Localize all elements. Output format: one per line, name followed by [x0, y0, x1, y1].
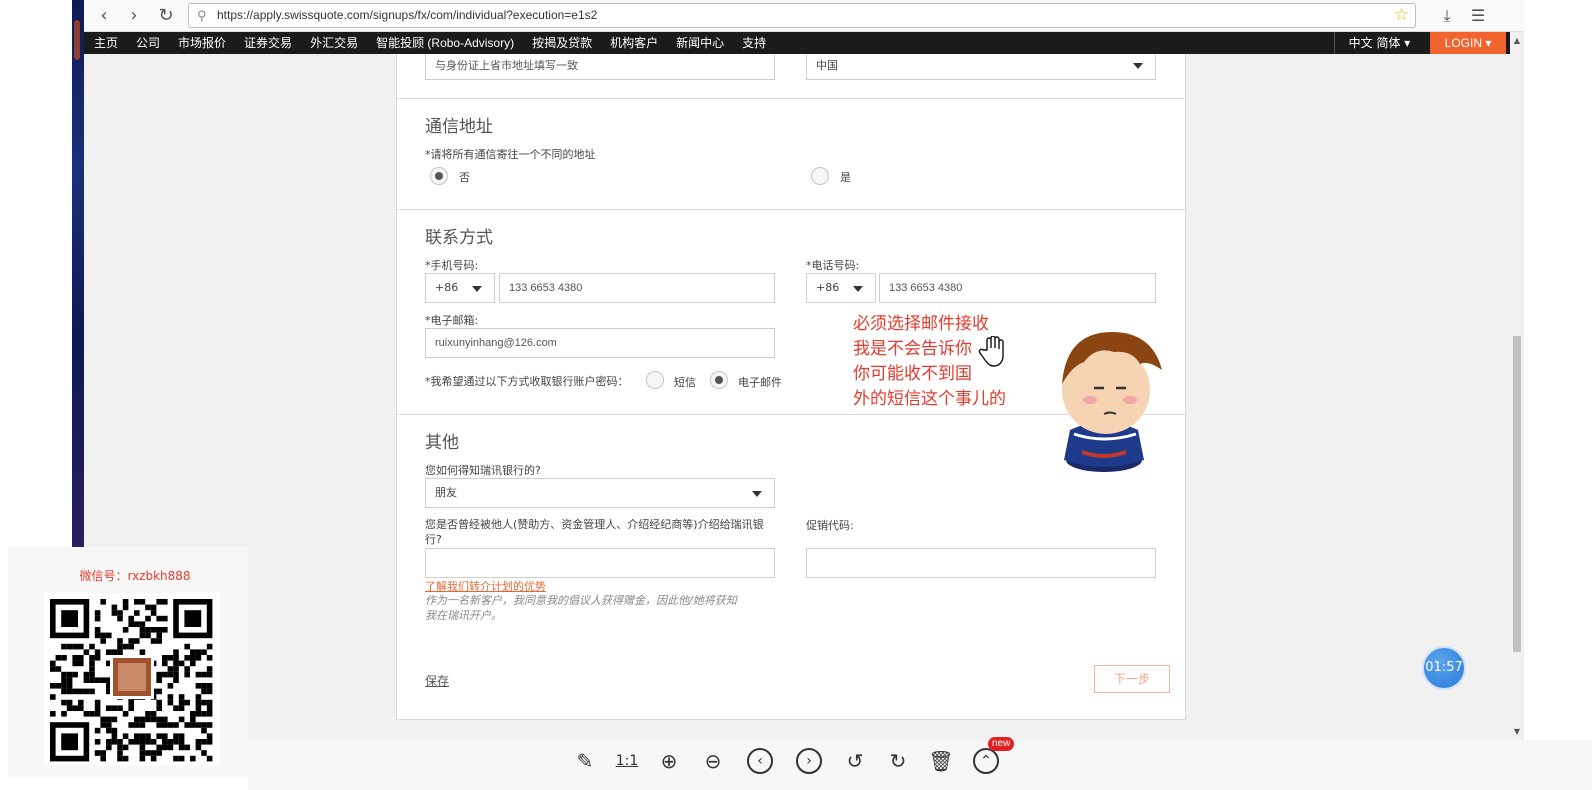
cartoon-boy-sticker [1062, 332, 1162, 472]
scroll-up-icon[interactable]: ▲ [1510, 36, 1524, 45]
nav-item[interactable]: 按揭及贷款 [532, 32, 592, 54]
edit-icon[interactable]: ✎ [572, 748, 598, 774]
search-icon: ⚲ [197, 8, 207, 23]
referral-note: 作为一名新客户，我同意我的倡议人获得赠金，因此他/她将获知我在瑞讯开户。 [425, 594, 737, 622]
scroll-thumb[interactable] [1513, 336, 1521, 652]
chevron-down-icon [752, 491, 762, 497]
how-heard-value: 朋友 [435, 486, 457, 499]
chevron-down-icon [1133, 63, 1143, 69]
referred-label: 您是否曾经被他人(赞助方、资金管理人、介绍经纪商等)介绍给瑞讯银行? [425, 518, 764, 546]
chevron-down-icon [853, 286, 863, 292]
referred-input[interactable] [425, 548, 775, 578]
new-badge: new [988, 737, 1015, 751]
download-icon[interactable]: ⤓ [1436, 4, 1458, 28]
phone-input[interactable]: 133 6653 4380 [879, 273, 1156, 303]
next-icon[interactable]: › [796, 748, 822, 774]
qr-code [44, 593, 220, 765]
mobile-country-code[interactable]: +86 [425, 273, 495, 303]
chevron-down-icon [472, 286, 482, 292]
radio-sms[interactable] [646, 371, 664, 389]
promo-input[interactable] [806, 548, 1156, 578]
timer-badge[interactable]: 01:57 [1422, 646, 1466, 690]
radio-email[interactable] [710, 371, 728, 389]
radio-no-label: 否 [459, 171, 470, 184]
site-navigation: 主页 公司 市场报价 证券交易 外汇交易 智能投顾 (Robo-Advisory) 按揭及贷… [84, 32, 1510, 54]
scrollbar[interactable]: ▲ ▼ [1510, 32, 1524, 740]
language-selector[interactable]: 中文 简体 ▾ [1334, 32, 1424, 54]
background-strip [72, 0, 84, 555]
page-viewport: 与身份证上省市地址填写一致 中国 通信地址 *请将所有通信寄往一个不同的地址 否… [84, 54, 1510, 740]
url-text: https://apply.swissquote.com/signups/fx/… [217, 8, 598, 22]
radio-email-label: 电子邮件 [738, 376, 782, 389]
back-icon[interactable]: ‹ [92, 4, 116, 28]
nav-item[interactable]: 公司 [136, 32, 160, 54]
nav-item[interactable]: 智能投顾 (Robo-Advisory) [376, 32, 514, 54]
nav-item[interactable]: 机构客户 [610, 32, 658, 54]
how-heard-label: 您如何得知瑞讯银行的? [425, 464, 541, 477]
email-label: *电子邮箱: [425, 314, 479, 327]
save-button[interactable]: 保存 [425, 672, 449, 689]
divider [397, 98, 1185, 99]
mobile-code-value: +86 [435, 281, 459, 294]
referral-link[interactable]: 了解我们转介计划的优势 [425, 578, 546, 594]
browser-toolbar: ‹ › ↻ ⚲ https://apply.swissquote.com/sig… [84, 0, 1524, 32]
province-input[interactable]: 与身份证上省市地址填写一致 [425, 54, 775, 80]
email-input[interactable]: ruixunyinhang@126.com [425, 328, 775, 358]
radio-sms-label: 短信 [674, 376, 696, 389]
radio-no[interactable] [430, 167, 448, 185]
scroll-top-icon[interactable]: ⌃ [973, 748, 999, 774]
how-heard-select[interactable]: 朋友 [425, 478, 775, 508]
wechat-id: 微信号：rxzbkh888 [79, 569, 191, 583]
delete-icon[interactable]: 🗑 [928, 748, 954, 774]
nav-item[interactable]: 证券交易 [244, 32, 292, 54]
nav-item[interactable]: 支持 [742, 32, 766, 54]
phone-code-value: +86 [816, 281, 840, 294]
zoom-in-icon[interactable]: ⊕ [656, 748, 682, 774]
actual-size-button[interactable]: 1:1 [614, 748, 640, 774]
wechat-panel: 微信号：rxzbkh888 [8, 547, 248, 778]
hand-cursor-icon [978, 336, 1004, 367]
previous-icon[interactable]: ‹ [747, 748, 773, 774]
nav-item[interactable]: 主页 [94, 32, 118, 54]
rotate-right-icon[interactable]: ↻ [885, 748, 911, 774]
section-title-other: 其他 [425, 433, 459, 453]
rotate-left-icon[interactable]: ↺ [842, 748, 868, 774]
radio-yes-label: 是 [840, 171, 851, 184]
mobile-input[interactable]: 133 6653 4380 [499, 273, 775, 303]
nav-item[interactable]: 新闻中心 [676, 32, 724, 54]
radio-yes[interactable] [811, 167, 829, 185]
annotation-line: 外的短信这个事儿的 [853, 389, 1006, 409]
correspondence-question: *请将所有通信寄往一个不同的地址 [425, 148, 596, 161]
phone-country-code[interactable]: +86 [806, 273, 876, 303]
zoom-out-icon[interactable]: ⊖ [700, 748, 726, 774]
annotation-line: 必须选择邮件接收 [853, 314, 989, 334]
password-delivery-question: *我希望通过以下方式收取银行账户密码： [425, 375, 629, 388]
next-button[interactable]: 下一步 [1094, 665, 1170, 693]
mobile-label: *手机号码: [425, 259, 479, 272]
promo-label: 促销代码: [806, 519, 854, 532]
star-icon[interactable]: ☆ [1394, 3, 1409, 26]
reload-icon[interactable]: ↻ [154, 4, 178, 28]
divider [397, 209, 1185, 210]
menu-icon[interactable]: ☰ [1467, 4, 1489, 28]
viewer-toolbar: ✎ 1:1 ⊕ ⊖ ‹ › ↺ ↻ 🗑 ⌃ new [248, 737, 1592, 790]
country-value: 中国 [816, 59, 838, 72]
login-button[interactable]: LOGIN ▾ [1430, 32, 1506, 54]
scroll-down-icon[interactable]: ▼ [1510, 727, 1524, 736]
browser-window: ‹ › ↻ ⚲ https://apply.swissquote.com/sig… [84, 0, 1524, 740]
nav-item[interactable]: 市场报价 [178, 32, 226, 54]
address-bar[interactable]: ⚲ https://apply.swissquote.com/signups/f… [188, 3, 1416, 28]
forward-icon[interactable]: › [122, 4, 146, 28]
country-select[interactable]: 中国 [806, 54, 1156, 80]
section-title-correspondence: 通信地址 [425, 117, 493, 137]
nav-item[interactable]: 外汇交易 [310, 32, 358, 54]
phone-label: *电话号码: [806, 259, 860, 272]
section-title-contact: 联系方式 [425, 228, 493, 248]
nav-menu: 主页 公司 市场报价 证券交易 外汇交易 智能投顾 (Robo-Advisory) 按揭及贷… [94, 32, 784, 54]
